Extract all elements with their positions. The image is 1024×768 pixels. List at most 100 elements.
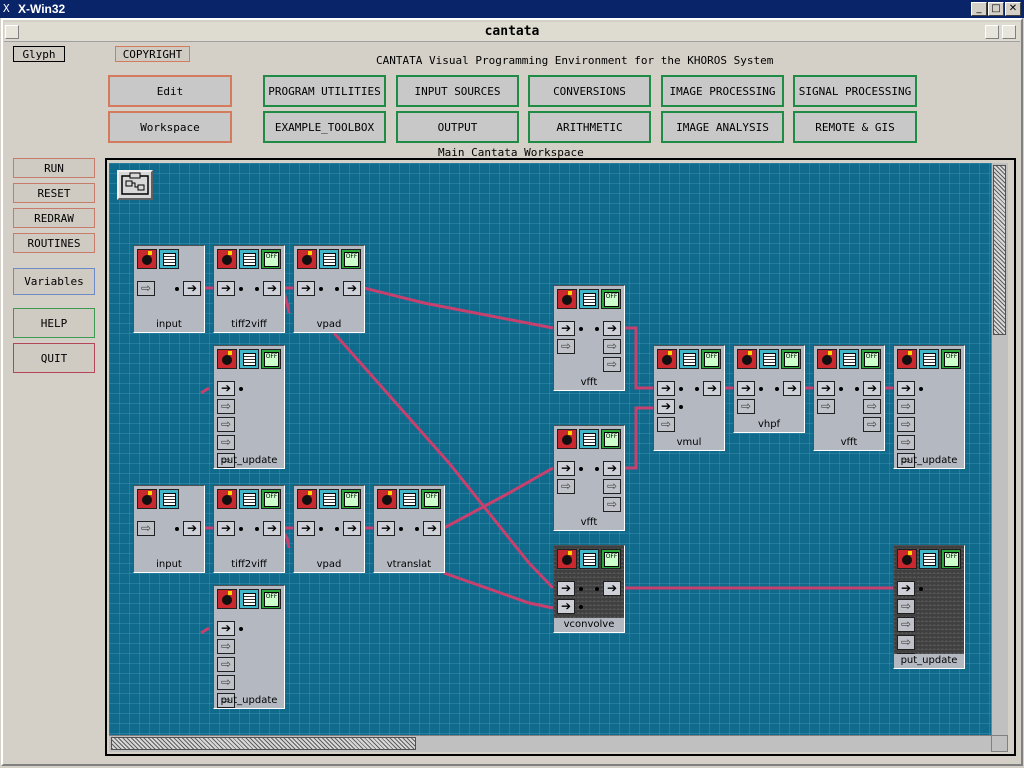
output-port-icon[interactable]: ➔ (263, 521, 281, 536)
run-glyph-icon[interactable] (217, 249, 237, 269)
output-port-icon[interactable]: ➔ (603, 321, 621, 336)
toolbox-image-processing[interactable]: IMAGE PROCESSING (661, 75, 784, 107)
toolbox-input-sources[interactable]: INPUT SOURCES (396, 75, 519, 107)
info-glyph-icon[interactable] (239, 589, 259, 609)
run-glyph-icon[interactable] (737, 349, 757, 369)
glyph-node-put-update[interactable]: OFF➔⇨⇨⇨⇨put_update (893, 345, 965, 469)
run-glyph-icon[interactable] (217, 589, 237, 609)
glyph-node-vhpf[interactable]: OFF ➔ ⇨ ➔ vhpf (733, 345, 805, 433)
off-glyph-icon[interactable]: OFF (601, 549, 621, 569)
optional-output-port-icon[interactable]: ⇨ (603, 339, 621, 354)
off-glyph-icon[interactable]: OFF (781, 349, 801, 369)
off-glyph-icon[interactable]: OFF (861, 349, 881, 369)
off-glyph-icon[interactable]: OFF (261, 589, 281, 609)
optional-output-port-icon[interactable]: ⇨ (863, 399, 881, 414)
glyph-node-put-update[interactable]: OFF➔⇨⇨⇨⇨put_update (213, 585, 285, 709)
workspace-button[interactable]: Workspace (108, 111, 232, 143)
input-port-icon[interactable]: ➔ (557, 599, 575, 614)
horizontal-scroll-thumb[interactable] (111, 737, 416, 750)
run-glyph-icon[interactable] (817, 349, 837, 369)
run-glyph-icon[interactable] (137, 249, 157, 269)
input-port-icon[interactable]: ➔ (897, 581, 915, 596)
info-glyph-icon[interactable] (679, 349, 699, 369)
glyph-node-vpad[interactable]: OFF ➔ ➔ vpad (293, 485, 365, 573)
info-glyph-icon[interactable] (579, 549, 599, 569)
info-glyph-icon[interactable] (159, 489, 179, 509)
glyph-node-input[interactable]: ⇨ ➔ input (133, 485, 205, 573)
input-port-icon[interactable]: ➔ (897, 381, 915, 396)
optional-input-port-icon[interactable]: ⇨ (137, 281, 155, 296)
optional-input-port-icon[interactable]: ⇨ (217, 417, 235, 432)
optional-output-port-icon[interactable]: ⇨ (603, 357, 621, 372)
info-glyph-icon[interactable] (919, 549, 939, 569)
info-glyph-icon[interactable] (239, 349, 259, 369)
optional-output-port-icon[interactable]: ⇨ (603, 497, 621, 512)
glyph-node-put-update[interactable]: OFF➔⇨⇨⇨⇨put_update (893, 545, 965, 669)
toolbox-signal-processing[interactable]: SIGNAL PROCESSING (793, 75, 917, 107)
output-port-icon[interactable]: ➔ (783, 381, 801, 396)
input-port-icon[interactable]: ➔ (557, 321, 575, 336)
quit-button[interactable]: QUIT (13, 343, 95, 373)
optional-input-port-icon[interactable]: ⇨ (657, 417, 675, 432)
reset-button[interactable]: RESET (13, 183, 95, 203)
off-glyph-icon[interactable]: OFF (421, 489, 441, 509)
info-glyph-icon[interactable] (579, 429, 599, 449)
run-glyph-icon[interactable] (897, 549, 917, 569)
optional-input-port-icon[interactable]: ⇨ (897, 417, 915, 432)
toolbox-program-utilities[interactable]: PROGRAM UTILITIES (263, 75, 386, 107)
off-glyph-icon[interactable]: OFF (261, 349, 281, 369)
toolbox-image-analysis[interactable]: IMAGE ANALYSIS (661, 111, 784, 143)
copyright-button[interactable]: COPYRIGHT (115, 46, 190, 62)
off-glyph-icon[interactable]: OFF (601, 289, 621, 309)
optional-input-port-icon[interactable]: ⇨ (217, 435, 235, 450)
input-port-icon[interactable]: ➔ (657, 399, 675, 414)
info-glyph-icon[interactable] (579, 289, 599, 309)
glyph-node-tiff2viff[interactable]: OFF ➔ ➔ tiff2viff (213, 485, 285, 573)
window-max-icon[interactable] (1002, 25, 1016, 39)
run-glyph-icon[interactable] (657, 349, 677, 369)
info-glyph-icon[interactable] (319, 489, 339, 509)
toolbox-conversions[interactable]: CONVERSIONS (528, 75, 651, 107)
run-glyph-icon[interactable] (557, 289, 577, 309)
optional-input-port-icon[interactable]: ⇨ (217, 639, 235, 654)
run-glyph-icon[interactable] (217, 349, 237, 369)
output-port-icon[interactable]: ➔ (343, 521, 361, 536)
output-port-icon[interactable]: ➔ (183, 281, 201, 296)
input-port-icon[interactable]: ➔ (217, 621, 235, 636)
output-port-icon[interactable]: ➔ (603, 581, 621, 596)
glyph-node-input[interactable]: ⇨ ➔ input (133, 245, 205, 333)
optional-input-port-icon[interactable]: ⇨ (897, 435, 915, 450)
run-glyph-icon[interactable] (137, 489, 157, 509)
input-port-icon[interactable]: ➔ (817, 381, 835, 396)
off-glyph-icon[interactable]: OFF (701, 349, 721, 369)
input-port-icon[interactable]: ➔ (217, 281, 235, 296)
info-glyph-icon[interactable] (239, 489, 259, 509)
toolbox-arithmetic[interactable]: ARITHMETIC (528, 111, 651, 143)
run-glyph-icon[interactable] (297, 249, 317, 269)
output-port-icon[interactable]: ➔ (703, 381, 721, 396)
glyph-node-vmul[interactable]: OFF ➔ ➔ ⇨ ➔ vmul (653, 345, 725, 451)
vertical-scroll-thumb[interactable] (993, 165, 1006, 335)
output-port-icon[interactable]: ➔ (863, 381, 881, 396)
run-glyph-icon[interactable] (377, 489, 397, 509)
run-glyph-icon[interactable] (897, 349, 917, 369)
close-button[interactable]: ✕ (1005, 2, 1021, 16)
info-glyph-icon[interactable] (839, 349, 859, 369)
output-port-icon[interactable]: ➔ (183, 521, 201, 536)
window-resize-icon[interactable] (985, 25, 999, 39)
optional-input-port-icon[interactable]: ⇨ (557, 479, 575, 494)
output-port-icon[interactable]: ➔ (263, 281, 281, 296)
workspace-glyph-icon[interactable] (117, 170, 153, 200)
glyph-node-vconvolve[interactable]: OFF ➔ ➔ ➔ vconvolve (553, 545, 625, 633)
optional-input-port-icon[interactable]: ⇨ (897, 599, 915, 614)
glyph-button[interactable]: Glyph (13, 46, 65, 62)
input-port-icon[interactable]: ➔ (377, 521, 395, 536)
off-glyph-icon[interactable]: OFF (941, 349, 961, 369)
glyph-node-tiff2viff[interactable]: OFF ➔ ➔ tiff2viff (213, 245, 285, 333)
info-glyph-icon[interactable] (239, 249, 259, 269)
info-glyph-icon[interactable] (319, 249, 339, 269)
optional-input-port-icon[interactable]: ⇨ (737, 399, 755, 414)
minimize-button[interactable]: _ (971, 2, 987, 16)
info-glyph-icon[interactable] (919, 349, 939, 369)
toolbox-example-toolbox[interactable]: EXAMPLE_TOOLBOX (263, 111, 386, 143)
